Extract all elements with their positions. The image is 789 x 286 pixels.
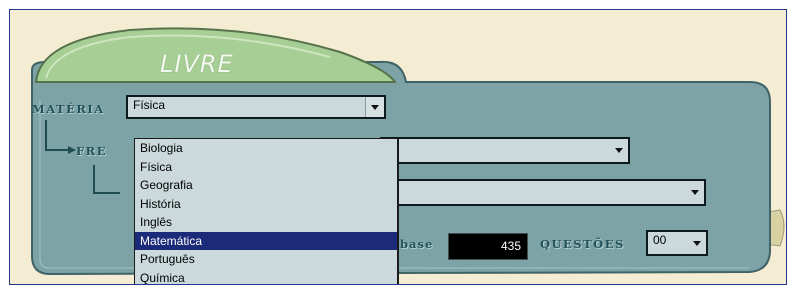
option-historia[interactable]: História (135, 195, 397, 214)
materia-dropdown-list[interactable]: Biologia Física Geografia História Inglê… (134, 138, 399, 285)
topico-select[interactable] (380, 179, 706, 206)
option-geografia[interactable]: Geografia (135, 176, 397, 195)
option-biologia[interactable]: Biologia (135, 139, 397, 158)
materia-select[interactable]: Física (126, 95, 386, 119)
option-quimica[interactable]: Química (135, 269, 397, 285)
materia-dropdown-button[interactable] (365, 97, 384, 117)
option-fisica[interactable]: Física (135, 158, 397, 177)
frente-select[interactable] (380, 137, 630, 164)
option-ingles[interactable]: Inglês (135, 213, 397, 232)
chevron-down-icon (693, 240, 701, 246)
base-count-display: 435 (448, 233, 528, 260)
frente-dropdown-button[interactable] (610, 139, 628, 162)
questoes-dropdown-button[interactable] (688, 232, 706, 254)
option-portugues[interactable]: Português (135, 250, 397, 269)
materia-label: MATÉRIA (32, 102, 105, 116)
chevron-down-icon (371, 104, 379, 110)
chevron-down-icon (615, 148, 623, 153)
materia-selected-value: Física (133, 98, 166, 112)
option-matematica[interactable]: Matemática (135, 231, 397, 250)
questoes-select[interactable]: 00 (646, 230, 708, 256)
mode-title: LIVRE (160, 50, 234, 78)
topico-dropdown-button[interactable] (686, 181, 704, 204)
chevron-down-icon (691, 190, 699, 195)
app-frame: LIVRE MATÉRIA Física FRE base 435 QUESTÕ… (9, 9, 787, 285)
questoes-label: QUESTÕES (540, 237, 625, 251)
base-count-value: 435 (500, 239, 521, 253)
questoes-selected-value: 00 (653, 233, 667, 247)
base-label: base (400, 237, 434, 251)
frente-label: FRE (76, 144, 107, 158)
